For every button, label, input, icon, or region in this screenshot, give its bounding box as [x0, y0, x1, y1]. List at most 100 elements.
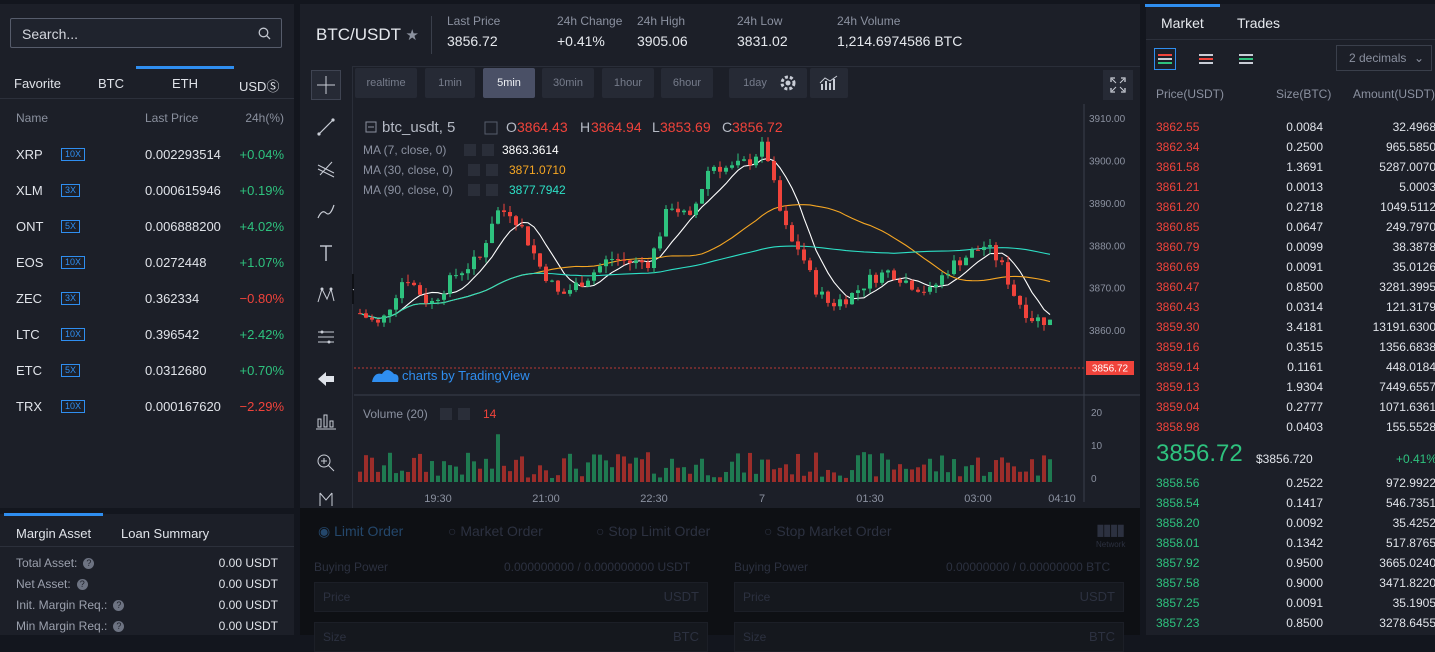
- market-row[interactable]: EOS 10X 0.0272448 +1.07%: [0, 255, 294, 291]
- radio-limit-order[interactable]: ◉ Limit Order: [318, 523, 403, 540]
- tab-loan-summary[interactable]: Loan Summary: [121, 526, 209, 541]
- order-price: 3860.79: [1156, 240, 1200, 254]
- ask-row[interactable]: 3860.43 0.0314 121.3179: [1146, 300, 1435, 320]
- ask-row[interactable]: 3858.98 0.0403 155.5528: [1146, 420, 1435, 440]
- ask-row[interactable]: 3861.21 0.0013 5.0003: [1146, 180, 1435, 200]
- radio-market-order[interactable]: ○ Market Order: [448, 523, 543, 539]
- fib-tool-icon[interactable]: [311, 154, 341, 184]
- measure-icon[interactable]: [311, 322, 341, 352]
- tab-favorite[interactable]: Favorite: [14, 76, 61, 91]
- zoom-icon[interactable]: [311, 448, 341, 478]
- ask-row[interactable]: 3859.30 3.4181 13191.6300: [1146, 320, 1435, 340]
- search-input[interactable]: [20, 25, 254, 43]
- crosshair-icon[interactable]: [311, 70, 341, 100]
- market-symbol: ZEC: [16, 291, 42, 306]
- ma-settings-icon[interactable]: [468, 184, 480, 196]
- interval-realtime[interactable]: realtime: [355, 68, 417, 98]
- search-icon[interactable]: [258, 27, 271, 43]
- help-icon[interactable]: ?: [113, 621, 125, 633]
- ma-close-icon[interactable]: [486, 164, 498, 176]
- volume-bar: [424, 471, 428, 482]
- order-amount: 38.3878: [1392, 240, 1435, 254]
- fullscreen-icon[interactable]: [1103, 70, 1133, 100]
- ask-row[interactable]: 3859.13 1.9304 7449.6557: [1146, 380, 1435, 400]
- ma-close-icon[interactable]: [482, 144, 494, 156]
- bid-row[interactable]: 3857.58 0.9000 3471.8220: [1146, 576, 1435, 596]
- tab-usds[interactable]: USDⓈ: [239, 76, 279, 95]
- ma-settings-icon[interactable]: [464, 144, 476, 156]
- asks-only-icon[interactable]: [1195, 48, 1217, 70]
- brush-icon[interactable]: [311, 196, 341, 226]
- chart-type-icon[interactable]: [810, 68, 848, 98]
- radio-stop-limit[interactable]: ○ Stop Limit Order: [596, 523, 710, 539]
- bid-row[interactable]: 3857.25 0.0091 35.1905: [1146, 596, 1435, 616]
- sell-size-input[interactable]: Size BTC: [734, 622, 1124, 652]
- bid-row[interactable]: 3858.54 0.1417 546.7351: [1146, 496, 1435, 516]
- ask-row[interactable]: 3862.34 0.2500 965.5850: [1146, 140, 1435, 160]
- buy-size-input[interactable]: Size BTC: [314, 622, 708, 652]
- ask-row[interactable]: 3860.69 0.0091 35.0126: [1146, 260, 1435, 280]
- volume-bar: [712, 477, 716, 482]
- ma-settings-icon[interactable]: [468, 164, 480, 176]
- col-change[interactable]: 24h(%): [245, 111, 284, 125]
- bid-row[interactable]: 3857.23 0.8500 3278.6455: [1146, 616, 1435, 636]
- search-box[interactable]: [10, 18, 282, 48]
- interval-6hour[interactable]: 6hour: [661, 68, 713, 98]
- market-row[interactable]: TRX 10X 0.000167620 −2.29%: [0, 399, 294, 435]
- indicators-icon[interactable]: [311, 406, 341, 436]
- interval-5min[interactable]: 5min: [483, 68, 535, 98]
- interval-1hour[interactable]: 1hour: [602, 68, 654, 98]
- text-tool-icon[interactable]: [311, 238, 341, 268]
- ask-row[interactable]: 3861.58 1.3691 5287.0070: [1146, 160, 1435, 180]
- market-row[interactable]: ONT 5X 0.006888200 +4.02%: [0, 219, 294, 255]
- price-chart[interactable]: 3910.00 3900.00 3890.00 3880.00 3870.00 3860.…: [354, 104, 1140, 508]
- tab-eth[interactable]: ETH: [136, 66, 234, 91]
- ask-row[interactable]: 3860.85 0.0647 249.7970: [1146, 220, 1435, 240]
- star-icon[interactable]: ★: [405, 27, 418, 44]
- tab-market[interactable]: Market: [1145, 4, 1220, 31]
- volume-settings-icon[interactable]: [440, 408, 452, 420]
- ask-row[interactable]: 3859.04 0.2777 1071.6361: [1146, 400, 1435, 420]
- tab-margin-asset[interactable]: Margin Asset: [3, 513, 104, 541]
- ask-row[interactable]: 3860.79 0.0099 38.3878: [1146, 240, 1435, 260]
- bid-row[interactable]: 3858.01 0.1342 517.8765: [1146, 536, 1435, 556]
- help-icon[interactable]: ?: [83, 558, 95, 570]
- tab-btc[interactable]: BTC: [98, 76, 124, 91]
- help-icon[interactable]: ?: [113, 600, 125, 612]
- trend-line-icon[interactable]: [311, 112, 341, 142]
- market-row[interactable]: ETC 5X 0.0312680 +0.70%: [0, 363, 294, 399]
- col-name[interactable]: Name: [16, 111, 48, 125]
- volume-close-icon[interactable]: [458, 408, 470, 420]
- back-arrow-icon[interactable]: [311, 364, 341, 394]
- bid-row[interactable]: 3857.92 0.9500 3665.0240: [1146, 556, 1435, 576]
- buy-price-input[interactable]: Price USDT: [314, 582, 708, 612]
- market-row[interactable]: LTC 10X 0.396542 +2.42%: [0, 327, 294, 363]
- sell-price-input[interactable]: Price USDT: [734, 582, 1124, 612]
- market-row[interactable]: XRP 10X 0.002293514 +0.04%: [0, 147, 294, 183]
- tab-trades[interactable]: Trades: [1237, 15, 1280, 31]
- volume-bar: [940, 455, 944, 482]
- interval-1min[interactable]: 1min: [425, 68, 475, 98]
- ma-close-icon[interactable]: [486, 184, 498, 196]
- market-row[interactable]: ZEC 3X 0.362334 −0.80%: [0, 291, 294, 327]
- ask-row[interactable]: 3859.14 0.1161 448.0184: [1146, 360, 1435, 380]
- ask-row[interactable]: 3860.47 0.8500 3281.3995: [1146, 280, 1435, 300]
- radio-stop-market[interactable]: ○ Stop Market Order: [764, 523, 892, 539]
- bid-row[interactable]: 3858.56 0.2522 972.9922: [1146, 476, 1435, 496]
- help-icon[interactable]: ?: [76, 579, 88, 591]
- bid-row[interactable]: 3858.20 0.0092 35.4252: [1146, 516, 1435, 536]
- ask-row[interactable]: 3862.55 0.0084 32.4968: [1146, 120, 1435, 140]
- bids-only-icon[interactable]: [1235, 48, 1257, 70]
- magnet-icon[interactable]: [311, 490, 341, 508]
- order-size: 0.3515: [1286, 340, 1323, 354]
- col-last-price[interactable]: Last Price: [145, 111, 198, 125]
- interval-30min[interactable]: 30min: [542, 68, 594, 98]
- decimals-select[interactable]: 2 decimals ⌄: [1336, 45, 1432, 71]
- market-row[interactable]: XLM 3X 0.000615946 +0.19%: [0, 183, 294, 219]
- ask-row[interactable]: 3861.20 0.2718 1049.5112: [1146, 200, 1435, 220]
- ask-row[interactable]: 3859.16 0.3515 1356.6838: [1146, 340, 1435, 360]
- margin-panel: Margin Asset Loan Summary Total Asset:? …: [0, 513, 294, 635]
- chart-settings-icon[interactable]: [769, 68, 807, 98]
- pattern-icon[interactable]: [311, 280, 341, 310]
- both-sides-icon[interactable]: [1154, 48, 1176, 70]
